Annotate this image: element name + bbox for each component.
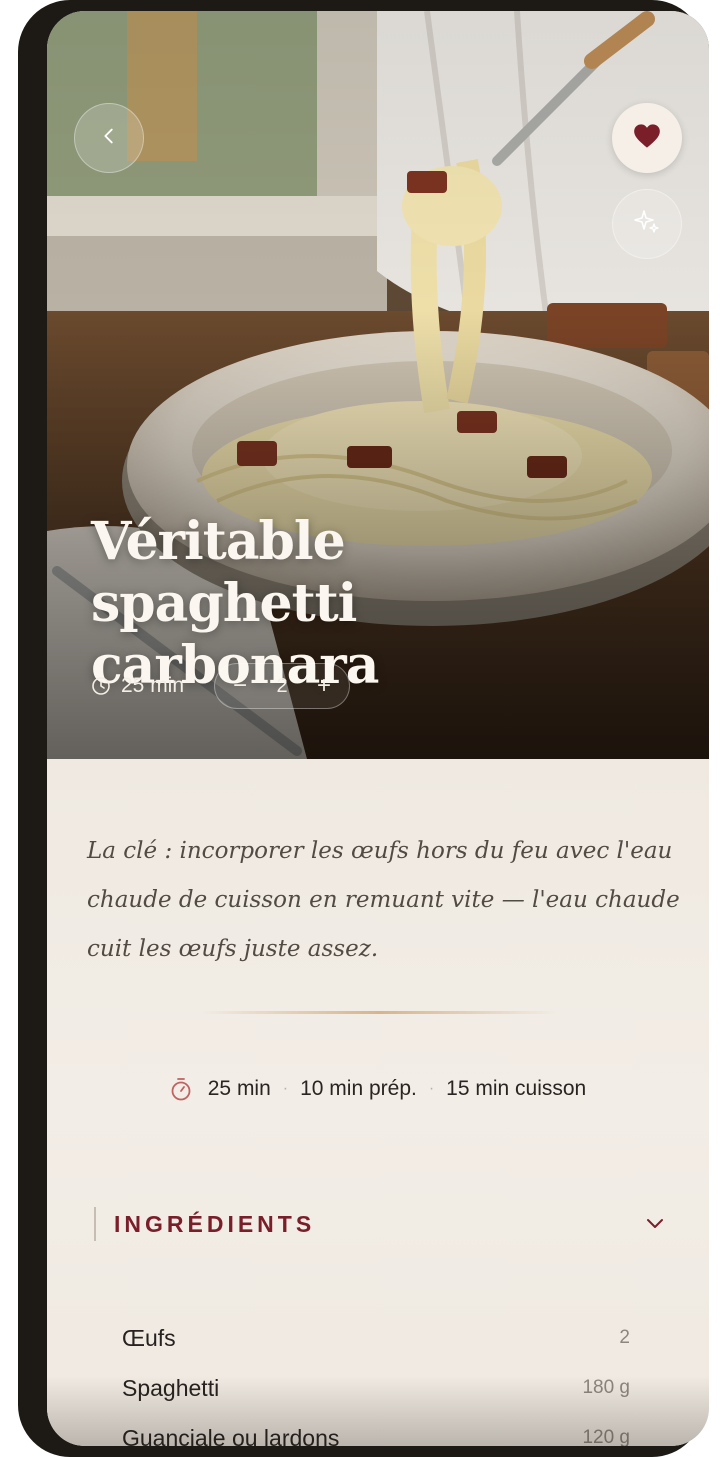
back-button[interactable] bbox=[74, 103, 144, 173]
time-prep: 10 min prép. bbox=[300, 1077, 417, 1100]
screen: Véritable spaghetti carbonara 25 min − 2… bbox=[47, 11, 709, 1446]
time-total: 25 min bbox=[207, 1077, 271, 1100]
time-breakdown: 25 min · 10 min prép. · 15 min cuisson bbox=[47, 1077, 709, 1101]
ingredient-qty: 180 g bbox=[582, 1377, 630, 1398]
hero-image: Véritable spaghetti carbonara 25 min − 2… bbox=[47, 11, 709, 759]
separator-dot: · bbox=[428, 1080, 435, 1097]
time-cook: 15 min cuisson bbox=[446, 1077, 587, 1100]
servings-value: 2 bbox=[276, 674, 288, 697]
section-accent-bar bbox=[94, 1207, 96, 1241]
servings-stepper: − 2 + bbox=[214, 663, 351, 709]
phone-frame: Véritable spaghetti carbonara 25 min − 2… bbox=[18, 0, 709, 1457]
total-time: 25 min bbox=[91, 674, 184, 698]
ingredient-row: Spaghetti 180 g bbox=[122, 1363, 630, 1413]
ai-assist-button[interactable] bbox=[612, 189, 682, 259]
hero-meta: 25 min − 2 + bbox=[91, 663, 351, 709]
ingredient-name: Spaghetti bbox=[122, 1374, 220, 1401]
chevron-left-icon bbox=[98, 125, 120, 151]
chef-tip: La clé : incorporer les œufs hors du feu… bbox=[87, 838, 680, 962]
separator-dot: · bbox=[282, 1080, 289, 1097]
ingredient-row: Œufs 2 bbox=[122, 1313, 630, 1363]
ingredients-list: Œufs 2 Spaghetti 180 g Guanciale ou lard… bbox=[122, 1313, 630, 1447]
clock-icon bbox=[91, 676, 111, 696]
ingredients-header[interactable]: INGRÉDIENTS bbox=[94, 1207, 664, 1241]
stopwatch-icon bbox=[170, 1077, 192, 1101]
heart-icon bbox=[633, 123, 661, 153]
recipe-content: La clé : incorporer les œufs hors du feu… bbox=[47, 759, 709, 1446]
favorite-button[interactable] bbox=[612, 103, 682, 173]
ingredient-qty: 2 bbox=[619, 1327, 630, 1348]
ingredient-qty: 120 g bbox=[582, 1427, 630, 1446]
ingredients-title: INGRÉDIENTS bbox=[114, 1210, 316, 1237]
total-time-value: 25 min bbox=[121, 674, 185, 697]
sparkles-icon bbox=[633, 208, 661, 240]
ingredient-row: Guanciale ou lardons 120 g bbox=[122, 1413, 630, 1447]
increase-servings-button[interactable]: + bbox=[311, 673, 337, 699]
ingredient-name: Guanciale ou lardons bbox=[122, 1424, 340, 1447]
chevron-down-icon[interactable] bbox=[646, 1218, 664, 1230]
decrease-servings-button[interactable]: − bbox=[227, 673, 253, 699]
ingredient-name: Œufs bbox=[122, 1324, 176, 1351]
divider bbox=[201, 1011, 557, 1014]
